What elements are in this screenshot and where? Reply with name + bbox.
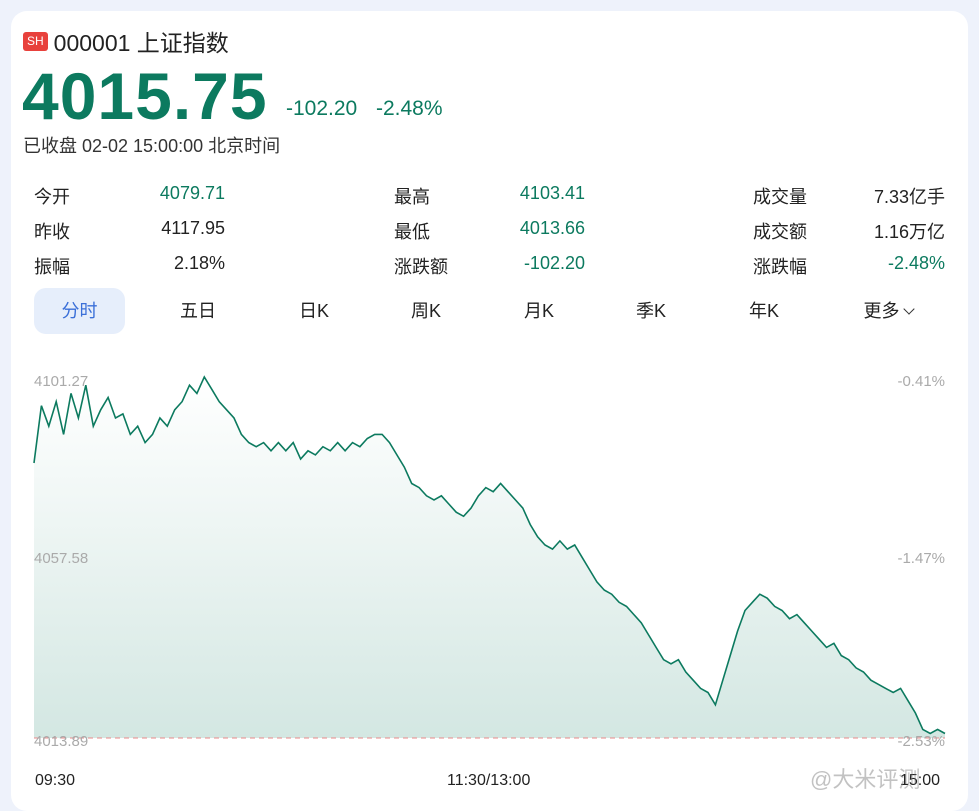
- x-tick-midday: 11:30/13:00: [447, 772, 531, 789]
- y-right-tick: -0.41%: [897, 373, 945, 390]
- price-area-fill: [34, 377, 945, 738]
- y-left-tick: 4013.89: [34, 733, 88, 750]
- y-right-tick: -2.53%: [897, 733, 945, 750]
- intraday-chart: 4101.27 4057.58 4013.89 -0.41% -1.47% -2…: [33, 373, 946, 750]
- y-left-tick: 4057.58: [34, 550, 88, 567]
- x-tick-open: 09:30: [35, 772, 76, 789]
- y-left-tick: 4101.27: [34, 373, 88, 390]
- watermark: @大米评测: [810, 767, 921, 792]
- y-right-tick: -1.47%: [897, 550, 945, 567]
